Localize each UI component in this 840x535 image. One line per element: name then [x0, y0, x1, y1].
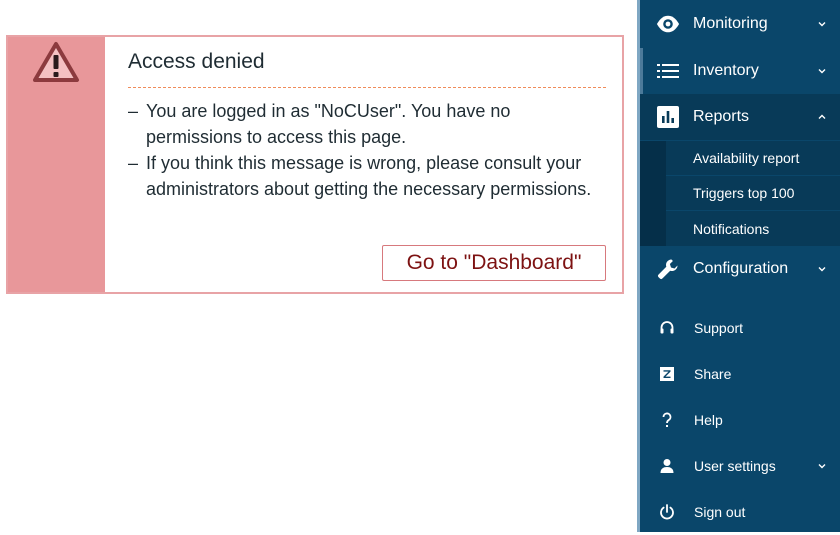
headset-icon	[658, 319, 676, 337]
message-body: Access denied – You are logged in as "No…	[128, 37, 606, 292]
list-icon	[656, 59, 680, 83]
chevron-down-icon	[818, 464, 826, 469]
message-line-text: If you think this message is wrong, plea…	[146, 153, 592, 199]
message-line-text: You are logged in as "NoCUser". You have…	[146, 101, 511, 147]
sidebar-item-label: User settings	[694, 458, 776, 474]
submenu-item-triggers-top-100[interactable]: Triggers top 100	[666, 176, 840, 211]
sidebar: Monitoring Inventory Reports Availabilit…	[640, 0, 840, 532]
chevron-down-icon	[818, 22, 826, 27]
sidebar-item-label: Inventory	[693, 62, 759, 79]
sidebar-item-label: Share	[694, 366, 732, 382]
message-line: – If you think this message is wrong, pl…	[128, 150, 606, 202]
chevron-down-icon	[818, 69, 826, 74]
dash-bullet: –	[128, 101, 139, 121]
message-line: – You are logged in as "NoCUser". You ha…	[128, 98, 606, 150]
sidebar-item-user-settings[interactable]: User settings	[640, 443, 840, 489]
eye-icon	[656, 12, 680, 36]
chevron-down-icon	[818, 267, 826, 272]
sidebar-item-monitoring[interactable]: Monitoring	[640, 1, 840, 47]
sidebar-item-configuration[interactable]: Configuration	[640, 246, 840, 292]
sidebar-item-inventory[interactable]: Inventory	[640, 48, 840, 94]
submenu-rail	[640, 141, 666, 246]
warning-icon	[33, 42, 79, 82]
sidebar-item-sign-out[interactable]: Sign out	[640, 489, 840, 535]
bar-chart-icon	[656, 105, 680, 129]
chevron-up-icon	[818, 114, 826, 119]
submenu-item-availability-report[interactable]: Availability report	[666, 141, 840, 176]
message-list: – You are logged in as "NoCUser". You ha…	[128, 98, 606, 202]
sidebar-item-support[interactable]: Support	[640, 305, 840, 351]
share-z-icon	[658, 365, 676, 383]
submenu-item-notifications[interactable]: Notifications	[666, 211, 840, 246]
sidebar-item-help[interactable]: Help	[640, 397, 840, 443]
sidebar-item-share[interactable]: Share	[640, 351, 840, 397]
go-to-dashboard-button[interactable]: Go to "Dashboard"	[382, 245, 606, 281]
dash-bullet: –	[128, 153, 139, 173]
question-icon	[658, 411, 676, 429]
power-icon	[658, 503, 676, 521]
sidebar-item-label: Monitoring	[693, 15, 768, 32]
hover-marker	[640, 48, 643, 94]
reports-submenu: Availability report Triggers top 100 Not…	[640, 141, 840, 246]
sidebar-item-label: Sign out	[694, 504, 746, 520]
user-icon	[658, 457, 676, 475]
sidebar-item-label: Configuration	[693, 260, 789, 277]
message-title: Access denied	[128, 50, 606, 88]
sidebar-item-reports[interactable]: Reports	[640, 94, 840, 140]
wrench-icon	[656, 257, 680, 281]
sidebar-item-label: Reports	[693, 108, 750, 125]
error-stripe	[8, 37, 105, 292]
access-denied-message: Access denied – You are logged in as "No…	[6, 35, 624, 294]
sidebar-item-label: Support	[694, 320, 744, 336]
sidebar-item-label: Help	[694, 412, 723, 428]
